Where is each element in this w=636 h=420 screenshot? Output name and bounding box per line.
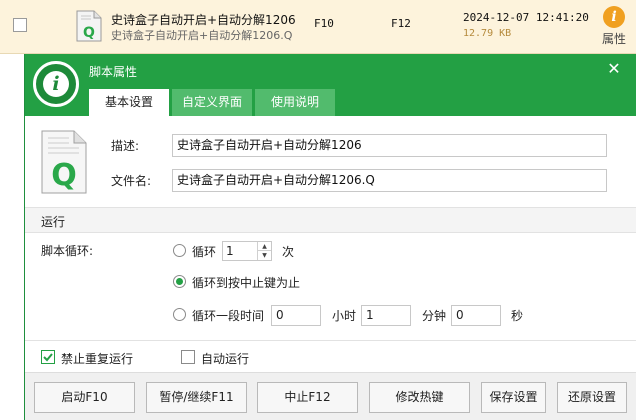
stepper-down-icon[interactable]: ▼ — [258, 251, 271, 260]
loop-until-stop-radio[interactable] — [173, 275, 186, 288]
loop-count-label: 循环 — [192, 245, 217, 259]
tab-custom-ui[interactable]: 自定义界面 — [172, 89, 252, 116]
options-divider — [25, 340, 636, 341]
svg-text:Q: Q — [83, 25, 95, 41]
loop-label: 脚本循环: — [41, 244, 94, 258]
row-script-name: 史诗盒子自动开启+自动分解1206 — [111, 13, 296, 27]
seconds-unit-label: 秒 — [511, 309, 524, 323]
info-icon: i — [603, 6, 625, 28]
dialog-header: i 脚本属性 ✕ 基本设置 自定义界面 使用说明 — [25, 54, 636, 116]
row-date: 2024-12-07 12:41:20 — [463, 11, 589, 24]
loop-until-stop-label: 循环到按中止键为止 — [192, 276, 301, 290]
dialog-body: Q 描述: 史诗盒子自动开启+自动分解1206 文件名: 史诗盒子自动开启+自动… — [25, 116, 636, 420]
stepper-up-icon[interactable]: ▲ — [258, 242, 271, 251]
close-icon[interactable]: ✕ — [605, 60, 623, 78]
script-properties-dialog: i 脚本属性 ✕ 基本设置 自定义界面 使用说明 Q 描述: 史诗盒子自动开启+… — [24, 54, 636, 420]
dialog-title: 脚本属性 — [89, 65, 138, 79]
seconds-input[interactable]: 0 — [451, 305, 501, 326]
checkmark-icon — [43, 353, 53, 362]
row-start-key: F10 — [314, 17, 334, 30]
stop-button[interactable]: 中止F12 — [257, 382, 358, 413]
auto-run-checkbox[interactable] — [181, 350, 195, 364]
loop-count-value: 1 — [226, 244, 234, 258]
run-section-header: 运行 — [25, 207, 636, 233]
loop-count-stepper[interactable]: 1 ▲ ▼ — [222, 241, 272, 261]
properties-button[interactable]: i 属性 — [597, 4, 631, 50]
no-repeat-checkbox[interactable] — [41, 350, 55, 364]
loop-duration-radio[interactable] — [173, 308, 186, 321]
dialog-footer: 启动F10 暂停/继续F11 中止F12 修改热键 保存设置 还原设置 — [25, 372, 636, 420]
restore-settings-button[interactable]: 还原设置 — [557, 382, 627, 413]
properties-label: 属性 — [601, 32, 626, 46]
auto-run-label: 自动运行 — [201, 352, 250, 366]
q-script-file-icon: Q — [41, 130, 87, 194]
edit-hotkeys-button[interactable]: 修改热键 — [369, 382, 470, 413]
no-repeat-label: 禁止重复运行 — [61, 352, 134, 366]
info-logo-icon: i — [33, 61, 79, 107]
times-unit-label: 次 — [282, 245, 295, 259]
run-section-title: 运行 — [41, 215, 66, 229]
row-size: 12.79 KB — [463, 28, 512, 39]
minutes-input[interactable]: 1 — [361, 305, 411, 326]
q-file-icon: Q — [76, 10, 102, 42]
script-list-row[interactable]: Q 史诗盒子自动开启+自动分解1206 史诗盒子自动开启+自动分解1206.Q … — [0, 0, 636, 54]
tab-usage[interactable]: 使用说明 — [255, 89, 335, 116]
row-stop-key: F12 — [391, 17, 411, 30]
filename-field[interactable]: 史诗盒子自动开启+自动分解1206.Q — [172, 169, 607, 192]
row-checkbox[interactable] — [13, 18, 27, 32]
start-button[interactable]: 启动F10 — [34, 382, 135, 413]
svg-text:Q: Q — [51, 158, 77, 193]
hours-unit-label: 小时 — [332, 309, 357, 323]
tab-basic-settings[interactable]: 基本设置 — [89, 89, 169, 116]
pause-resume-button[interactable]: 暂停/继续F11 — [146, 382, 247, 413]
save-settings-button[interactable]: 保存设置 — [481, 382, 546, 413]
description-label: 描述: — [111, 139, 140, 153]
loop-duration-label: 循环一段时间 — [192, 309, 265, 323]
description-field[interactable]: 史诗盒子自动开启+自动分解1206 — [172, 134, 607, 157]
minutes-unit-label: 分钟 — [422, 309, 447, 323]
loop-count-radio[interactable] — [173, 244, 186, 257]
filename-label: 文件名: — [111, 174, 152, 188]
hours-input[interactable]: 0 — [271, 305, 321, 326]
row-script-file: 史诗盒子自动开启+自动分解1206.Q — [111, 29, 293, 42]
